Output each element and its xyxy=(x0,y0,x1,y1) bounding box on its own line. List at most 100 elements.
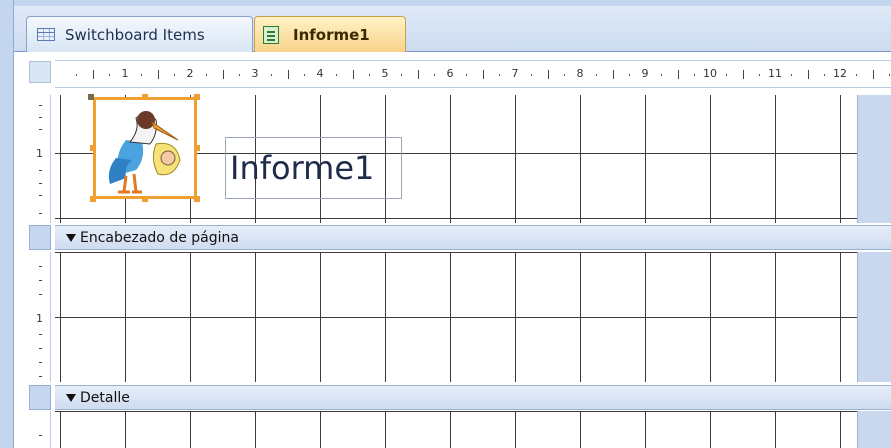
ruler-minor-tick xyxy=(303,74,305,76)
ruler-half-tick xyxy=(612,70,614,79)
page-header-section[interactable] xyxy=(55,252,891,382)
resize-handle[interactable] xyxy=(90,196,96,202)
ruler-minor-tick xyxy=(39,362,42,363)
ruler-number: 9 xyxy=(641,67,649,80)
ruler-minor-tick xyxy=(39,348,42,349)
ruler-minor-tick xyxy=(39,213,42,214)
section-arrow-icon xyxy=(66,393,76,402)
resize-handle[interactable] xyxy=(194,196,200,202)
resize-handle[interactable] xyxy=(90,145,96,151)
logo-image-control[interactable] xyxy=(93,97,197,199)
section-arrow-icon xyxy=(66,233,76,242)
section-bar-detail[interactable]: Detalle xyxy=(55,385,891,410)
ruler-minor-tick xyxy=(238,74,240,76)
tab-informe1[interactable]: Informe1 xyxy=(254,16,406,52)
ruler-half-tick xyxy=(807,70,809,79)
ruler-half-tick xyxy=(872,70,874,79)
vertical-ruler-detail[interactable] xyxy=(29,411,51,448)
ruler-minor-tick xyxy=(823,74,825,76)
ruler-half-tick xyxy=(157,70,159,79)
ruler-half-tick xyxy=(547,70,549,79)
ruler-half-tick xyxy=(742,70,744,79)
ruler-minor-tick xyxy=(141,74,143,76)
section-selector-page-header[interactable] xyxy=(29,225,51,250)
document-tabstrip: Switchboard Items Informe1 xyxy=(14,6,891,52)
table-icon xyxy=(37,28,55,41)
ruler-minor-tick xyxy=(76,74,78,76)
ruler-number: 1 xyxy=(121,67,129,80)
section-right-margin xyxy=(857,252,891,382)
ruler-half-tick xyxy=(92,70,94,79)
report-icon xyxy=(263,25,279,44)
ruler-minor-tick xyxy=(856,74,858,76)
ruler-minor-tick xyxy=(596,74,598,76)
ruler-half-tick xyxy=(417,70,419,79)
ruler-minor-tick xyxy=(498,74,500,76)
ruler-minor-tick xyxy=(888,74,890,76)
section-bar-page-header[interactable]: Encabezado de página xyxy=(55,225,891,250)
ruler-minor-tick xyxy=(39,294,42,295)
ruler-minor-tick xyxy=(39,435,42,436)
horizontal-ruler[interactable]: 1 2 3 4 5 6 7 8 9 10 11 12 xyxy=(55,60,891,88)
ruler-minor-tick xyxy=(791,74,793,76)
ruler-number: 6 xyxy=(446,67,454,80)
ruler-number: 8 xyxy=(576,67,584,80)
ruler-minor-tick xyxy=(726,74,728,76)
ruler-half-tick xyxy=(677,70,679,79)
ruler-minor-tick xyxy=(39,195,42,196)
ruler-number: 11 xyxy=(768,67,782,80)
ruler-minor-tick xyxy=(661,74,663,76)
ruler-minor-tick xyxy=(433,74,435,76)
tab-switchboard-items[interactable]: Switchboard Items xyxy=(26,16,253,52)
ruler-minor-tick xyxy=(39,105,42,106)
section-right-margin xyxy=(857,411,891,448)
ruler-minor-tick xyxy=(39,376,42,377)
ruler-minor-tick xyxy=(39,280,42,281)
ruler-minor-tick xyxy=(108,74,110,76)
ruler-number: 2 xyxy=(186,67,194,80)
ruler-minor-tick xyxy=(368,74,370,76)
report-title-label[interactable]: Informe1 xyxy=(225,137,402,199)
resize-handle[interactable] xyxy=(194,145,200,151)
resize-handle[interactable] xyxy=(142,94,148,100)
ruler-number: 5 xyxy=(381,67,389,80)
ruler-number: 4 xyxy=(316,67,324,80)
tab-label: Informe1 xyxy=(293,25,370,44)
section-title: Detalle xyxy=(80,389,130,406)
ruler-minor-tick xyxy=(206,74,208,76)
ruler-minor-tick xyxy=(563,74,565,76)
ruler-half-tick xyxy=(287,70,289,79)
ruler-minor-tick xyxy=(628,74,630,76)
ruler-minor-tick xyxy=(401,74,403,76)
ruler-half-tick xyxy=(222,70,224,79)
vertical-ruler-report-header[interactable]: 1 xyxy=(29,95,51,223)
ruler-minor-tick xyxy=(39,183,42,184)
ruler-minor-tick xyxy=(336,74,338,76)
ruler-minor-tick xyxy=(39,117,42,118)
vertical-ruler-page-header[interactable]: 1 xyxy=(29,252,51,382)
ruler-number: 10 xyxy=(703,67,717,80)
ruler-minor-tick xyxy=(466,74,468,76)
resize-handle[interactable] xyxy=(194,94,200,100)
ruler-minor-tick xyxy=(173,74,175,76)
window-frame-left xyxy=(0,0,14,448)
ruler-minor-tick xyxy=(271,74,273,76)
ruler-number: 1 xyxy=(36,147,43,160)
ruler-minor-tick xyxy=(531,74,533,76)
ruler-number: 3 xyxy=(251,67,259,80)
section-right-margin xyxy=(857,95,891,223)
ruler-minor-tick xyxy=(39,266,42,267)
tab-label: Switchboard Items xyxy=(65,25,205,44)
ruler-number: 7 xyxy=(511,67,519,80)
section-title: Encabezado de página xyxy=(80,229,239,246)
ruler-half-tick xyxy=(482,70,484,79)
ruler-half-tick xyxy=(352,70,354,79)
section-selector-detail[interactable] xyxy=(29,385,51,410)
ruler-minor-tick xyxy=(39,129,42,130)
detail-section[interactable] xyxy=(55,411,891,448)
ruler-minor-tick xyxy=(39,334,42,335)
report-selector[interactable] xyxy=(29,61,51,83)
move-handle[interactable] xyxy=(88,94,94,100)
resize-handle[interactable] xyxy=(142,196,148,202)
ruler-minor-tick xyxy=(39,170,42,171)
